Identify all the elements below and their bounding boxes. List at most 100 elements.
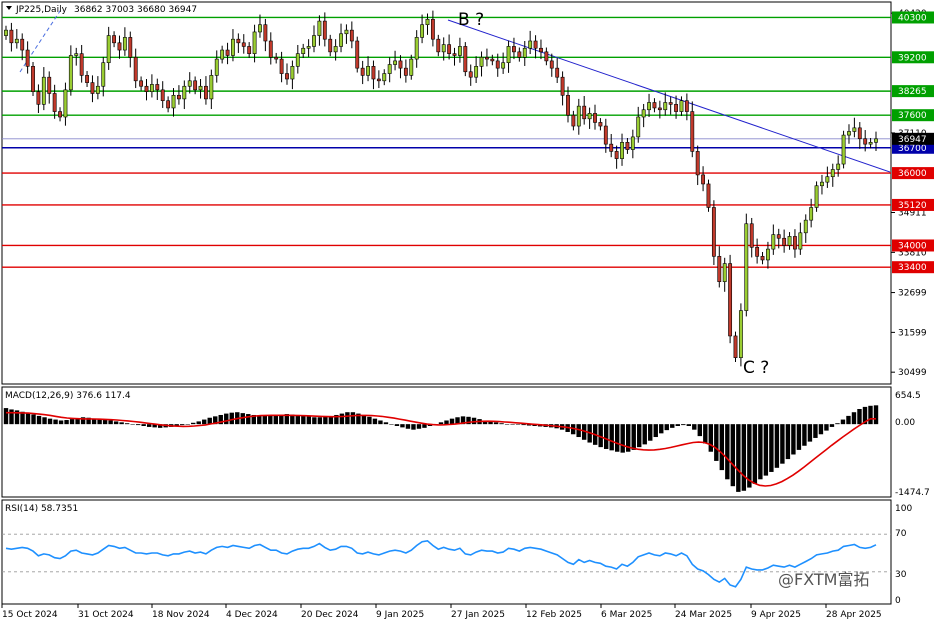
candle-body: [771, 234, 776, 250]
chart-canvas: 40420371103491133810326993159930499 4030…: [1, 1, 934, 620]
macd-bar: [119, 422, 124, 425]
macd-bar: [405, 424, 411, 429]
candle-body: [501, 62, 506, 69]
candle-body: [598, 122, 603, 127]
candle-body: [684, 100, 689, 112]
macd-bar: [135, 424, 141, 426]
macd-bar: [224, 413, 229, 425]
macd-bar: [829, 424, 835, 427]
macd-bar: [246, 414, 251, 425]
candle-body: [576, 105, 581, 127]
macd-bar: [609, 424, 614, 451]
candle-body: [25, 49, 30, 67]
candle-body: [290, 66, 295, 80]
macd-bar: [64, 420, 69, 425]
candle-body: [441, 44, 446, 53]
candle-body: [868, 142, 873, 145]
macd-bar: [818, 424, 824, 435]
candle-body: [274, 56, 279, 60]
macd-bar: [868, 405, 873, 425]
candle-body: [544, 51, 549, 62]
candle-body: [176, 94, 181, 100]
candle-body: [182, 85, 187, 100]
macd-tick-zero: 0.00: [895, 418, 915, 428]
level-tag-text: 35120: [898, 201, 927, 211]
price-tick-label: 32699: [898, 289, 927, 299]
candle-body: [128, 37, 133, 58]
level-tag-text: 39200: [898, 53, 927, 63]
candle-body: [474, 66, 479, 78]
candle-body: [360, 67, 365, 76]
time-tick-label: 4 Dec 2024: [226, 610, 278, 620]
candle-body: [236, 38, 241, 44]
macd-bar: [53, 419, 58, 425]
candle-body: [517, 51, 522, 58]
candle-body: [506, 46, 511, 64]
macd-bar: [36, 415, 42, 425]
candle-body: [409, 58, 414, 76]
candle-body: [814, 185, 819, 208]
macd-bar: [725, 424, 730, 480]
macd-bar: [47, 418, 53, 425]
macd-bar: [339, 413, 345, 425]
time-tick-label: 12 Feb 2025: [526, 610, 582, 620]
macd-bar: [372, 418, 378, 425]
watermark: @FXTM富拓: [778, 570, 869, 589]
candle-body: [414, 37, 419, 60]
candle-body: [695, 151, 700, 176]
candle-body: [214, 58, 219, 76]
candle-body: [285, 73, 289, 80]
macd-bar: [124, 423, 130, 425]
macd-bar: [268, 415, 273, 425]
price-axis: 40420371103491133810326993159930499: [891, 9, 927, 378]
time-tick-label: 9 Jan 2025: [376, 610, 424, 620]
candle-body: [452, 53, 457, 56]
macd-bar: [857, 409, 862, 425]
macd-bar: [31, 414, 36, 425]
macd-bar: [664, 424, 669, 431]
candle-body: [717, 256, 722, 282]
candle-body: [512, 46, 516, 53]
candle-body: [755, 246, 760, 257]
macd-bar: [736, 424, 741, 492]
macd-bar: [504, 424, 510, 425]
rsi-tick-100: 100: [895, 504, 912, 514]
macd-bar: [257, 415, 262, 425]
macd-bar: [774, 424, 780, 468]
macd-tick-bottom: -1474.7: [895, 488, 930, 498]
candle-body: [31, 66, 35, 92]
chart-ohlc: 36862 37003 36680 36947: [74, 5, 197, 15]
macd-bar: [499, 423, 504, 425]
macd-bar: [295, 414, 301, 425]
macd-bar: [438, 422, 444, 425]
candle-body: [647, 102, 651, 111]
candle-body: [847, 131, 851, 136]
level-tag-text: 37600: [898, 111, 927, 121]
candle-body: [841, 134, 846, 165]
macd-bar: [350, 412, 356, 425]
candle-body: [560, 76, 565, 96]
candle-body: [252, 31, 257, 54]
candle-body: [149, 84, 154, 92]
candle-body: [528, 40, 533, 49]
candle-body: [209, 75, 214, 100]
candle-body: [63, 89, 68, 118]
candle-body: [20, 38, 25, 51]
candle-body: [387, 64, 392, 74]
candle-body: [803, 219, 808, 234]
candle-body: [555, 67, 560, 78]
candle-body: [766, 248, 770, 261]
candle-body: [479, 56, 484, 67]
candle-body: [247, 46, 252, 54]
candle-body: [328, 38, 333, 53]
macd-bar: [449, 418, 455, 425]
candle-body: [625, 142, 630, 150]
macd-bar: [262, 415, 267, 425]
candle-body: [312, 35, 316, 47]
macd-bar: [345, 412, 350, 425]
candle-body: [549, 60, 554, 69]
level-tag-text: 34000: [898, 241, 927, 251]
macd-bar: [796, 424, 802, 450]
candle-body: [47, 76, 52, 94]
candle-body: [144, 85, 149, 92]
